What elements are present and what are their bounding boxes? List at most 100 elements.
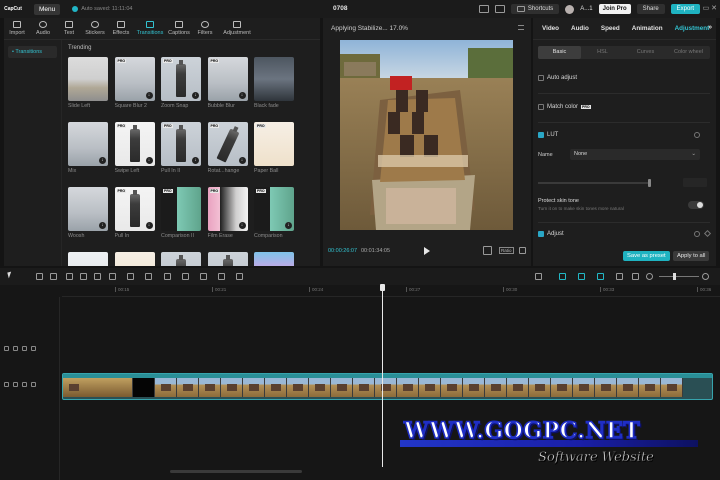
lut-name-select[interactable]: None ⌄: [570, 149, 700, 160]
transition-card[interactable]: PRO ↓ Comparison: [254, 187, 294, 239]
slider-value-field[interactable]: [683, 178, 707, 187]
zoom-in-icon[interactable]: [702, 273, 709, 280]
shortcuts-button[interactable]: Shortcuts: [510, 4, 560, 14]
transition-card[interactable]: PRO ↓ Pull In II: [161, 122, 201, 174]
mirror-icon[interactable]: [164, 273, 171, 280]
segment-hsl[interactable]: HSL: [581, 46, 624, 59]
transition-thumbnail[interactable]: PRO ↓: [254, 187, 294, 231]
playhead[interactable]: [382, 284, 383, 467]
tab-video[interactable]: Video: [536, 25, 565, 32]
auto-adjust-checkbox[interactable]: [538, 75, 544, 81]
transition-thumbnail[interactable]: PRO ↓: [161, 57, 201, 101]
magnet-icon[interactable]: [578, 273, 585, 280]
join-pro-button[interactable]: Join Pro: [598, 4, 631, 14]
transition-thumbnail[interactable]: [207, 252, 248, 266]
transition-card[interactable]: [161, 252, 201, 266]
transition-card[interactable]: PRO ↓ Bubble Blur: [207, 57, 248, 109]
zoom-out-icon[interactable]: [646, 273, 653, 280]
transition-thumbnail[interactable]: [254, 57, 294, 101]
delete-icon[interactable]: [109, 273, 116, 280]
save-preset-button[interactable]: Save as preset: [623, 251, 670, 261]
lut-intensity-slider[interactable]: [538, 179, 651, 187]
zoom-slider-knob[interactable]: [673, 273, 676, 280]
download-icon[interactable]: ↓: [145, 222, 153, 229]
fit-icon[interactable]: [483, 246, 492, 255]
transition-card[interactable]: PRO Comparison II: [161, 187, 201, 239]
apply-all-button[interactable]: Apply to all: [673, 251, 710, 261]
sidebar-item-transitions[interactable]: • Transitions: [8, 46, 57, 58]
auto-snap-icon[interactable]: [597, 273, 604, 280]
tab-adjustment[interactable]: Adjustment: [218, 18, 256, 39]
tab-effects[interactable]: Effects: [108, 18, 134, 39]
share-button[interactable]: Share: [636, 4, 665, 14]
transition-thumbnail[interactable]: [114, 252, 155, 266]
more-icon[interactable]: [31, 345, 36, 351]
tab-animation[interactable]: Animation: [626, 25, 669, 32]
layout-icon[interactable]: [478, 5, 489, 13]
tab-stickers[interactable]: Stickers: [82, 18, 108, 39]
download-icon[interactable]: ↓: [192, 157, 199, 164]
tab-text[interactable]: Text: [56, 18, 82, 39]
transition-thumbnail[interactable]: PRO ↓: [207, 122, 248, 166]
transition-thumbnail[interactable]: PRO ↓: [114, 57, 155, 101]
tab-speed[interactable]: Speed: [595, 25, 626, 32]
fullscreen-icon[interactable]: [519, 247, 526, 254]
undo-icon[interactable]: [36, 273, 43, 280]
timeline-scrollbar[interactable]: [170, 470, 302, 473]
tab-filters[interactable]: Filters: [192, 18, 218, 39]
reset-icon[interactable]: [694, 132, 700, 138]
transition-thumbnail[interactable]: PRO: [254, 122, 294, 166]
rotate-icon[interactable]: [200, 273, 207, 280]
split-icon[interactable]: [66, 273, 73, 280]
transition-thumbnail[interactable]: PRO ↓: [207, 57, 248, 101]
redo-icon[interactable]: [50, 273, 57, 280]
download-icon[interactable]: ↓: [238, 92, 246, 99]
transition-thumbnail[interactable]: [68, 252, 108, 266]
transition-card[interactable]: PRO ↓ Square Blur 2: [114, 57, 155, 109]
tab-audio[interactable]: Audio: [565, 25, 595, 32]
download-icon[interactable]: ↓: [99, 222, 106, 229]
project-title[interactable]: 0708: [333, 5, 347, 12]
split-right-icon[interactable]: [94, 273, 101, 280]
avatar[interactable]: [565, 4, 575, 14]
keyframe-icon[interactable]: [703, 229, 712, 238]
eye-icon[interactable]: [22, 345, 27, 351]
transition-card[interactable]: PRO ↓ Zoom Snap: [161, 57, 201, 109]
download-icon[interactable]: ↓: [192, 92, 199, 99]
zoom-slider[interactable]: [659, 276, 699, 277]
transition-thumbnail[interactable]: PRO: [161, 187, 201, 231]
more-tabs-icon[interactable]: »: [708, 24, 712, 31]
eye-icon[interactable]: [22, 381, 27, 387]
select-tool-icon[interactable]: [7, 271, 13, 279]
download-icon[interactable]: ↓: [238, 222, 246, 229]
play-icon[interactable]: [424, 247, 430, 255]
segment-basic[interactable]: Basic: [538, 46, 581, 59]
lock-icon[interactable]: [13, 381, 18, 387]
auto-adjust-row[interactable]: Auto adjust: [538, 75, 710, 81]
playhead-handle[interactable]: [380, 284, 385, 291]
monitor-icon[interactable]: [494, 5, 505, 13]
skin-tone-toggle[interactable]: [688, 201, 704, 209]
transition-thumbnail[interactable]: PRO ↓: [114, 187, 155, 231]
lut-checkbox[interactable]: [538, 132, 544, 138]
menu-icon[interactable]: [518, 25, 524, 30]
match-color-row[interactable]: Match color PRO: [538, 104, 710, 110]
adjust-row[interactable]: Adjust: [538, 229, 712, 238]
microphone-icon[interactable]: [535, 273, 542, 280]
video-preview[interactable]: [340, 40, 513, 230]
transition-card[interactable]: PRO ↓ Swipe Left: [114, 122, 155, 174]
transition-thumbnail[interactable]: [161, 252, 201, 266]
warning-icon[interactable]: [182, 273, 189, 280]
transition-thumbnail[interactable]: [68, 57, 108, 101]
user-name[interactable]: A...1: [580, 6, 592, 12]
transition-thumbnail[interactable]: [254, 252, 294, 266]
crop-icon[interactable]: [145, 273, 152, 280]
track-toggle-icon[interactable]: [4, 345, 9, 351]
window-controls[interactable]: ▭ ✕: [703, 4, 717, 12]
link-clips-icon[interactable]: [559, 273, 566, 280]
transition-thumbnail[interactable]: ↓: [68, 187, 108, 231]
transition-card[interactable]: PRO ↓ Pull In: [114, 187, 155, 239]
slider-knob[interactable]: [648, 179, 651, 187]
segment-color-wheel[interactable]: Color wheel: [667, 46, 710, 59]
tab-captions[interactable]: Captions: [166, 18, 192, 39]
